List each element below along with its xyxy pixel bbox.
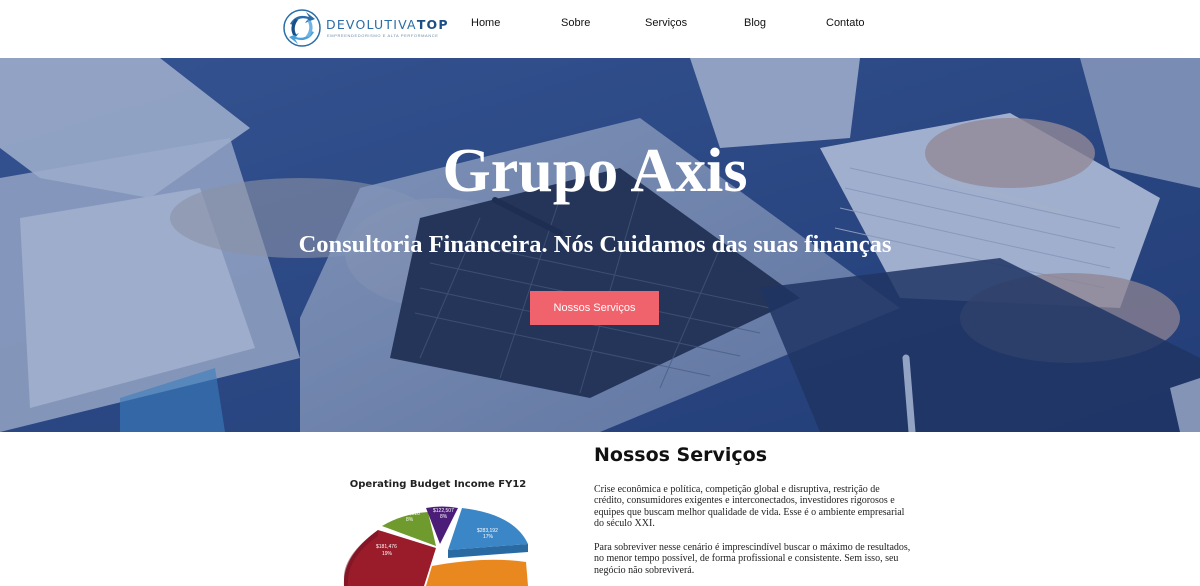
brand-name: DEVOLUTIVATOP bbox=[326, 17, 449, 32]
services-paragraph-2: Para sobreviver nesse cenário é impresci… bbox=[594, 542, 911, 576]
nav-sobre[interactable]: Sobre bbox=[561, 16, 590, 30]
pie-pct-1: 19% bbox=[382, 551, 393, 557]
pie-pct-2: 8% bbox=[406, 517, 414, 523]
nav-servicos[interactable]: Serviços bbox=[645, 16, 687, 30]
top-navbar: DEVOLUTIVATOP EMPREENDEDORISMO E ALTA PE… bbox=[0, 0, 1200, 58]
nav-home[interactable]: Home bbox=[471, 16, 500, 30]
services-heading: Nossos Serviços bbox=[594, 444, 768, 466]
logo-swirl-icon bbox=[283, 9, 321, 47]
services-paragraph-1: Crise econômica e política, competição g… bbox=[594, 484, 905, 530]
nav-blog[interactable]: Blog bbox=[744, 16, 766, 30]
nav-contato[interactable]: Contato bbox=[826, 16, 865, 30]
hero-banner: Grupo Axis Consultoria Financeira. Nós C… bbox=[0, 58, 1200, 432]
pie-slice-5 bbox=[426, 559, 528, 586]
brand-logo[interactable]: DEVOLUTIVATOP EMPREENDEDORISMO E ALTA PE… bbox=[282, 8, 448, 48]
pie-chart: $181,476 19% $128,910 8% $122,507 8% $28… bbox=[343, 506, 528, 586]
pie-pct-3: 8% bbox=[440, 514, 448, 520]
pie-pct-4: 17% bbox=[483, 534, 494, 540]
hero-title: Grupo Axis bbox=[442, 137, 748, 205]
chart-title: Operating Budget Income FY12 bbox=[349, 479, 527, 490]
pie-label-1: $181,476 bbox=[376, 544, 397, 550]
brand-tagline: EMPREENDEDORISMO E ALTA PERFORMANCE bbox=[327, 33, 439, 38]
services-section: Operating Budget Income FY12 $181,476 19… bbox=[0, 432, 1200, 586]
hero-subtitle: Consultoria Financeira. Nós Cuidamos das… bbox=[298, 231, 892, 258]
services-cta-button[interactable]: Nossos Serviços bbox=[530, 291, 659, 325]
